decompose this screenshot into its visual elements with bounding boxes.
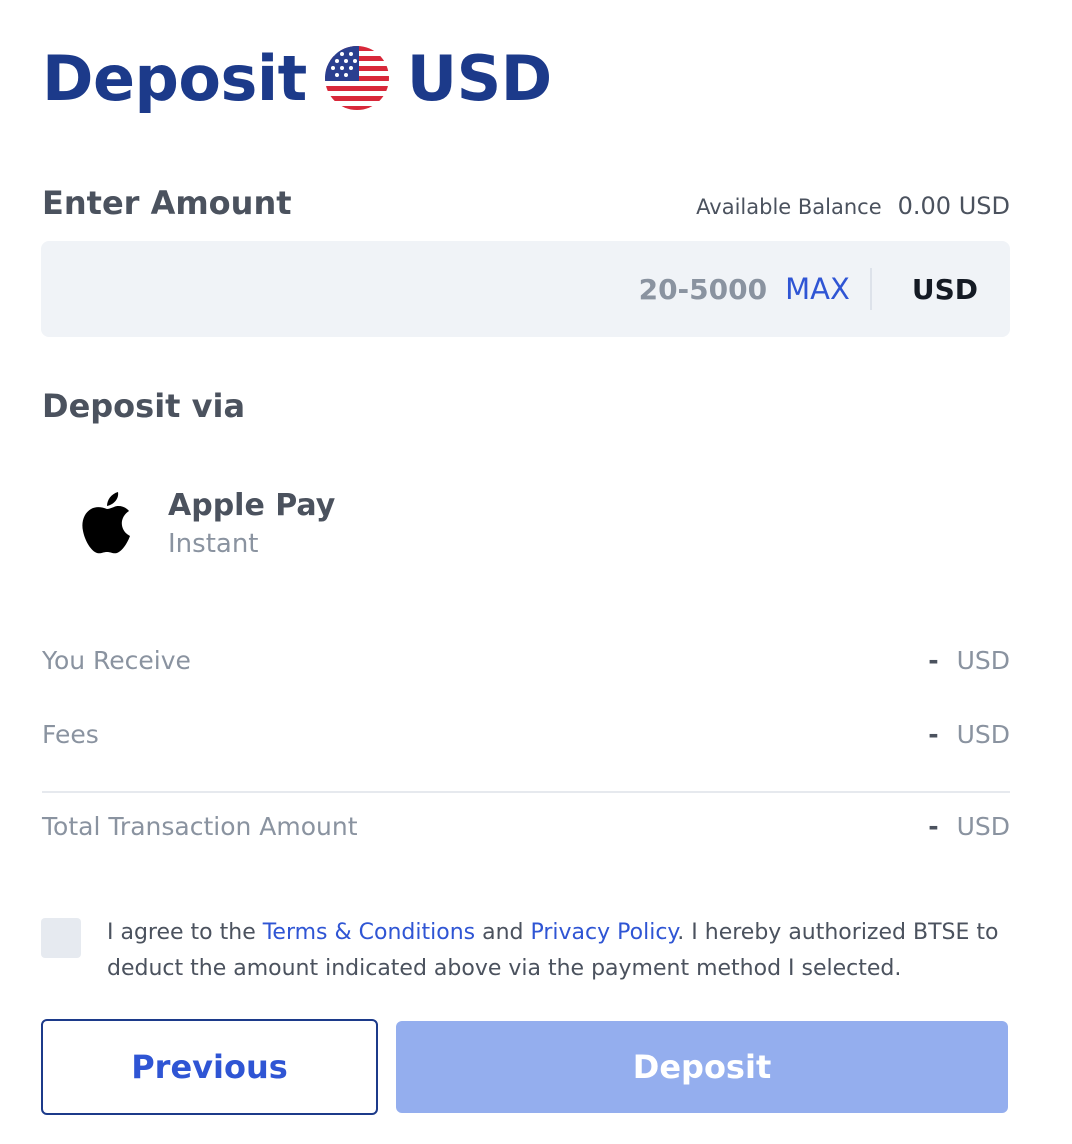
page-title-prefix: Deposit	[42, 41, 307, 115]
summary-row-you-receive: You Receive - USD	[42, 646, 1010, 675]
summary-row-fees: Fees - USD	[42, 720, 1010, 749]
available-balance-label: Available Balance	[696, 195, 882, 219]
summary-row-value: - USD	[928, 646, 1010, 675]
summary-row-amount: -	[928, 646, 939, 675]
max-button[interactable]: MAX	[785, 272, 850, 306]
summary-row-label: Fees	[42, 720, 99, 749]
payment-method-apple-pay[interactable]: Apple Pay Instant	[80, 488, 335, 559]
summary-row-currency: USD	[956, 812, 1010, 841]
agree-checkbox[interactable]	[41, 918, 81, 958]
terms-link[interactable]: Terms & Conditions	[263, 920, 475, 945]
summary-row-amount: -	[928, 720, 939, 749]
summary-row-value: - USD	[928, 720, 1010, 749]
available-balance-value: 0.00 USD	[897, 192, 1010, 220]
summary-row-label: You Receive	[42, 646, 191, 675]
agreement-text: I agree to the Terms & Conditions and Pr…	[107, 915, 1007, 987]
summary-row-total: Total Transaction Amount - USD	[42, 812, 1010, 841]
summary-row-amount: -	[928, 812, 939, 841]
summary-divider	[42, 791, 1010, 793]
us-flag-icon	[324, 46, 389, 110]
apple-icon	[82, 491, 130, 553]
summary-row-currency: USD	[956, 720, 1010, 749]
agreement: I agree to the Terms & Conditions and Pr…	[41, 918, 1007, 987]
amount-divider	[869, 268, 872, 310]
amount-field: MAX USD	[41, 241, 1010, 337]
enter-amount-label: Enter Amount	[42, 184, 292, 222]
amount-currency: USD	[911, 272, 978, 306]
summary-row-label: Total Transaction Amount	[42, 812, 358, 841]
page-title-currency: USD	[406, 41, 552, 115]
deposit-button[interactable]: Deposit	[396, 1021, 1008, 1113]
page-title: Deposit USD	[42, 38, 552, 118]
payment-method-speed: Instant	[168, 529, 259, 559]
amount-input[interactable]	[347, 272, 768, 306]
deposit-via-label: Deposit via	[42, 387, 246, 425]
privacy-link[interactable]: Privacy Policy	[531, 920, 678, 945]
summary-row-currency: USD	[956, 646, 1010, 675]
agreement-text-part: I agree to the	[107, 920, 263, 945]
payment-method-name: Apple Pay	[168, 488, 336, 523]
summary-row-value: - USD	[928, 812, 1010, 841]
agreement-text-part: and	[475, 920, 531, 945]
previous-button[interactable]: Previous	[41, 1019, 378, 1115]
available-balance: Available Balance 0.00 USD	[696, 192, 1010, 220]
